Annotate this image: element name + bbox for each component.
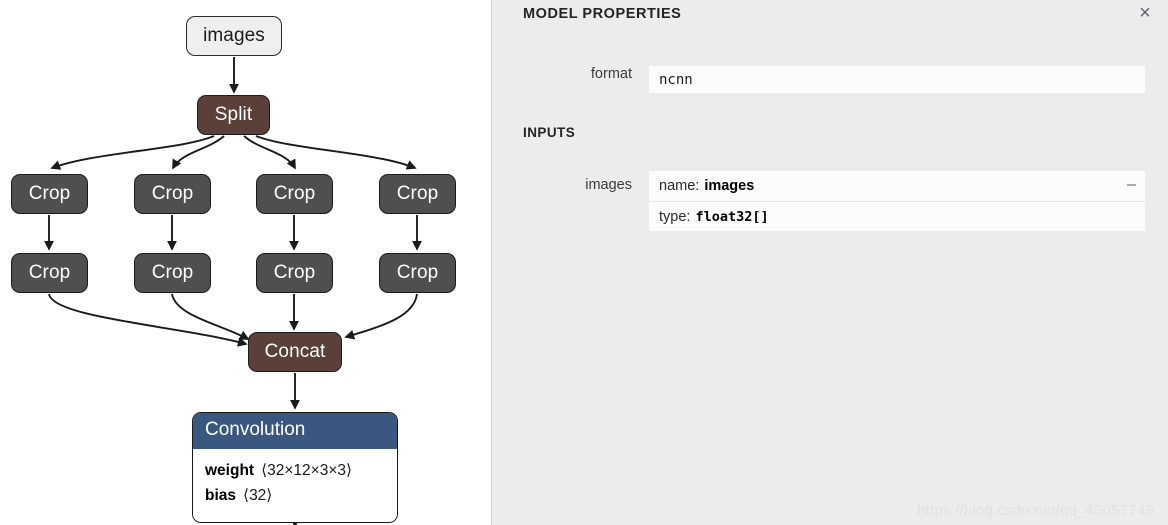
graph-node-title: Convolution [193,413,397,449]
graph-node-label: Crop [273,183,316,204]
graph-node-attributes: weight ⟨32×12×3×3⟩ bias ⟨32⟩ [193,448,397,522]
graph-node-label: Concat [264,341,326,362]
collapse-icon[interactable] [1127,184,1136,186]
property-row-format: format ncnn [523,66,1145,93]
property-row-images: images name: images type: float32[] [523,171,1145,231]
graph-node-label: Crop [151,262,194,283]
property-label: images [585,177,632,193]
graph-node-crop[interactable]: Crop [11,253,88,293]
graph-node-crop[interactable]: Crop [11,174,88,214]
attribute-value: ⟨32⟩ [243,487,273,505]
property-label: format [590,66,632,82]
graph-node-crop[interactable]: Crop [134,253,211,293]
netron-app: images Split Crop Crop Crop Crop Crop Cr… [0,0,1168,525]
attribute-value: ⟨32×12×3×3⟩ [261,461,353,479]
input-name-key: name: [659,178,700,194]
input-detail-group[interactable]: name: images type: float32[] [649,171,1145,231]
graph-node-crop[interactable]: Crop [379,253,456,293]
input-type-line: type: float32[] [649,201,1145,231]
format-value: ncnn [649,66,1145,93]
graph-node-label: Crop [28,262,71,283]
attribute-row: weight ⟨32×12×3×3⟩ [205,459,385,485]
graph-node-concat[interactable]: Concat [248,332,342,372]
page-title: MODEL PROPERTIES [523,6,682,22]
graph-node-crop[interactable]: Crop [256,253,333,293]
graph-canvas[interactable]: images Split Crop Crop Crop Crop Crop Cr… [0,0,491,525]
graph-node-label: Split [214,104,253,125]
watermark: https://blog.csdn.net/qq_45057749 [917,502,1154,519]
graph-node-label: Crop [151,183,194,204]
attribute-row: bias ⟨32⟩ [205,484,385,510]
graph-node-label: Crop [28,183,71,204]
graph-node-label: Crop [396,183,439,204]
graph-node-convolution[interactable]: Convolution weight ⟨32×12×3×3⟩ bias ⟨32⟩ [192,412,398,523]
graph-node-crop[interactable]: Crop [134,174,211,214]
graph-node-crop[interactable]: Crop [379,174,456,214]
graph-node-label: images [203,25,265,46]
model-properties-sidebar: MODEL PROPERTIES × format ncnn INPUTS im… [491,0,1168,525]
close-icon[interactable]: × [1132,0,1158,26]
graph-node-split[interactable]: Split [197,95,270,135]
sidebar-header: MODEL PROPERTIES × [492,0,1168,34]
input-type-key: type: [659,208,691,225]
input-name-line: name: images [649,171,1145,201]
section-heading-inputs: INPUTS [523,125,576,140]
graph-node-label: Crop [396,262,439,283]
graph-node-images[interactable]: images [186,16,282,56]
attribute-name: weight [205,461,255,479]
input-type-value: float32[] [695,208,769,225]
attribute-name: bias [205,487,237,505]
graph-node-label: Crop [273,262,316,283]
graph-node-crop[interactable]: Crop [256,174,333,214]
input-name-value: images [704,178,755,194]
